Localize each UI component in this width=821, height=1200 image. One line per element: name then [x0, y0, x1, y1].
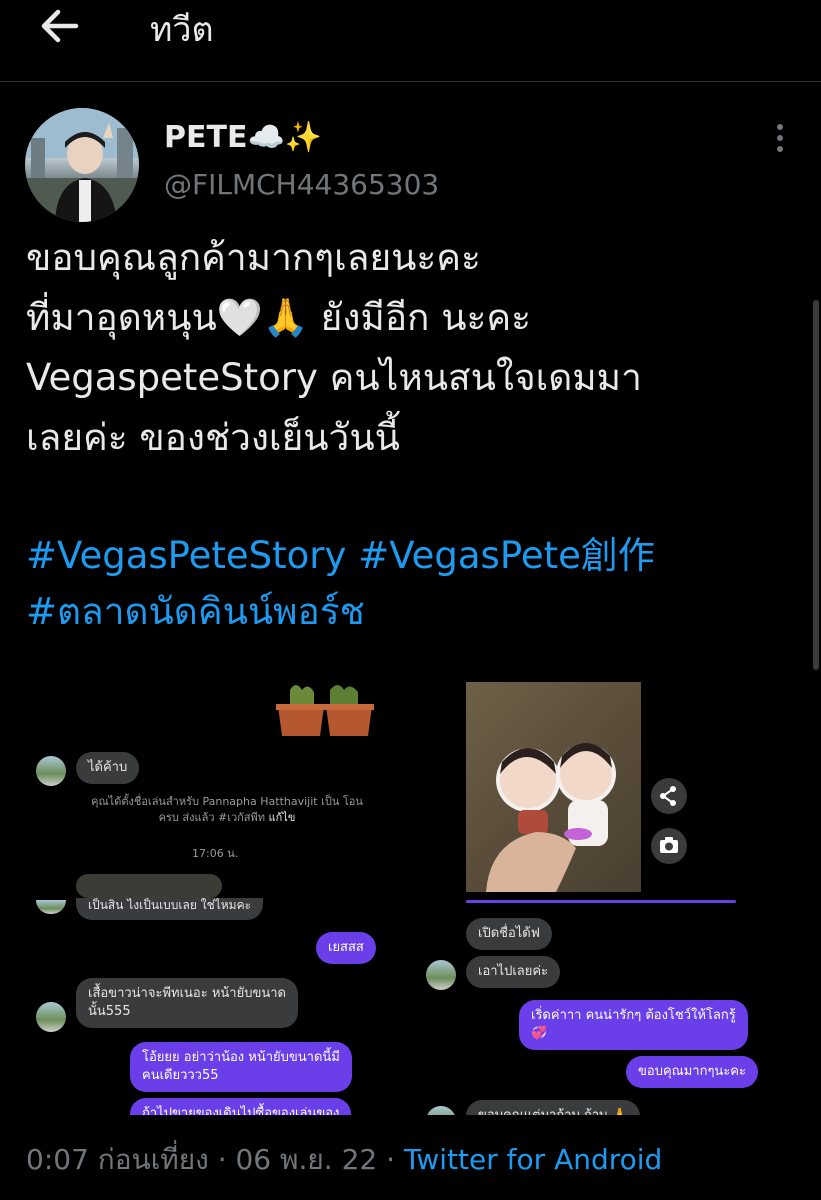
- system-message: คุณได้ตั้งชื่อเล่นสำหรับ Pannapha Hattha…: [91, 795, 363, 824]
- top-bar: ทวีต: [0, 0, 821, 82]
- author-avatar[interactable]: [25, 108, 139, 222]
- chat-time: 17:06 น.: [192, 847, 239, 860]
- chat-message: ได้ค้าบ: [76, 752, 140, 784]
- share-icon: [660, 786, 676, 806]
- tweet-line: VegaspeteStory คนไหนสนใจเดมมา: [26, 356, 642, 399]
- hashtag-link[interactable]: #ตลาดนัดคินน์พอร์ช: [26, 590, 365, 633]
- plant-pots-image: [276, 685, 374, 736]
- chat-avatar: [36, 900, 66, 914]
- vertical-dots-icon: [777, 124, 783, 130]
- sticker-photo: [466, 682, 641, 892]
- chat-message: โอ้ยยย อย่าว่าน้อง หน้ายับขนาดนี้มี คนเด…: [130, 1042, 352, 1092]
- chat-avatar: [36, 756, 66, 786]
- chat-avatar: [426, 1106, 456, 1115]
- chat-message-cut: [76, 874, 222, 898]
- camera-icon: [660, 837, 678, 853]
- tweet-timestamp: 0:07 ก่อนเที่ยง · 06 พ.ย. 22 · Twitter f…: [26, 1143, 663, 1176]
- tweet-text: ขอบคุณลูกค้ามากๆเลยนะคะ ที่มาอุดหนุน🤍🙏 ย…: [26, 228, 796, 468]
- stickers-in-hand-image: [486, 743, 616, 892]
- chat-message: เริ่ดค่าาา คนน่ารักๆ ต้องโชว์ให้โลกรู้ 💞: [519, 1000, 748, 1050]
- chat-message: เปิดชื่อได้ฟ: [466, 918, 552, 950]
- chat-message: เอาไปเลยค่ะ: [466, 956, 561, 988]
- divider-line: [466, 900, 736, 903]
- scrollbar[interactable]: [813, 300, 819, 670]
- arrow-left-icon: [41, 9, 79, 43]
- chat-message: เสื้อขาวน่าจะพีทเนอะ หน้ายับขนาด นั้น555: [76, 978, 298, 1028]
- page-title: ทวีต: [150, 10, 214, 50]
- back-button[interactable]: [36, 6, 84, 46]
- author-name[interactable]: PETE☁️✨: [164, 120, 322, 155]
- chat-message: ขอบคุณแต่มาก้าบ ก้าบ 🙏: [466, 1100, 640, 1115]
- chat-message: ขอบคุณมากๆนะคะ: [626, 1056, 758, 1088]
- chat-avatar: [36, 1002, 66, 1032]
- tweet-source-link[interactable]: Twitter for Android: [404, 1143, 662, 1176]
- tweet-line: เลยค่ะ ของช่วงเย็นวันนี้: [26, 416, 400, 459]
- hashtag-link[interactable]: #VegasPeteStory: [26, 534, 346, 577]
- hashtag-link[interactable]: #VegasPete創作: [358, 534, 655, 577]
- tweet-line: ที่มาอุดหนุน🤍🙏 ยังมีอีก นะคะ: [26, 296, 531, 339]
- chat-message: ถ้าไปขายของเดินไปซื้อของเล่นของ: [130, 1098, 352, 1115]
- hashtag-list: #VegasPeteStory #VegasPete創作 #ตลาดนัดคิน…: [26, 528, 816, 640]
- tweet-line: ขอบคุณลูกค้ามากๆเลยนะคะ: [26, 236, 481, 279]
- chat-message: เป็นสิน ไงเป็นเบบเลย ใช่ไหมคะ: [76, 898, 264, 920]
- avatar-photo: [25, 108, 139, 222]
- chat-avatar: [426, 960, 456, 990]
- author-handle[interactable]: @FILMCH44365303: [164, 168, 439, 201]
- edit-link: แก้ไข: [268, 811, 296, 824]
- share-button[interactable]: [651, 778, 687, 814]
- chat-message: เยสสส: [316, 932, 376, 964]
- camera-button[interactable]: [651, 828, 687, 864]
- more-options-button[interactable]: [770, 124, 790, 158]
- tweet-media-image[interactable]: ได้ค้าบ คุณได้ตั้งชื่อเล่นสำหรับ Pannaph…: [20, 660, 800, 1115]
